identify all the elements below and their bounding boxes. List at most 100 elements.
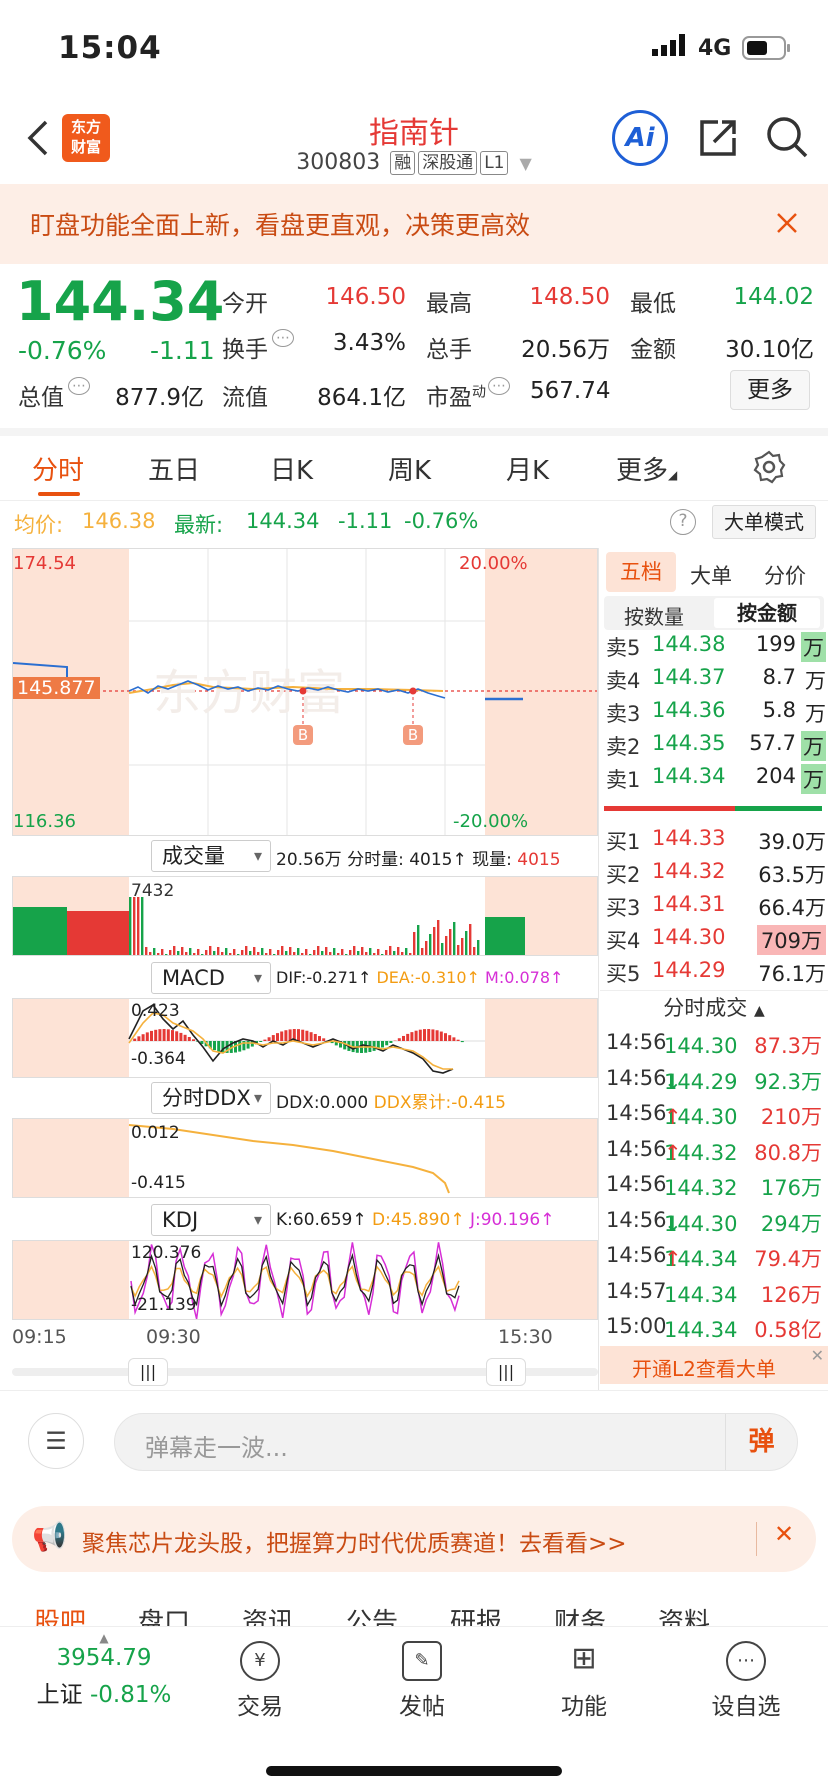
big-order-mode-button[interactable]: 大单模式 <box>712 505 816 539</box>
ask-row[interactable]: 卖4 144.37 8.7 万 <box>600 661 828 694</box>
volume-bar <box>453 922 456 955</box>
ob-tab-big[interactable]: 大单 <box>690 560 732 590</box>
comment-list-icon[interactable]: ☰ <box>28 1413 84 1469</box>
trades-title[interactable]: 分时成交 ▲ <box>600 990 828 1024</box>
ob-subtab-qty[interactable]: 按数量 <box>624 601 684 630</box>
volume-bar <box>133 897 136 955</box>
ob-subtab-amount[interactable]: 按金额 <box>714 598 820 628</box>
kdj-chart-svg <box>13 1241 597 1319</box>
macd-selector[interactable]: MACD <box>151 962 271 994</box>
search-icon[interactable] <box>764 114 810 164</box>
quote-panel: 144.34 -0.76% -1.11 今开 146.50 最高 148.50 … <box>0 264 828 428</box>
last-price: 144.34 <box>16 270 225 333</box>
tab-5day[interactable]: 五日 <box>148 450 200 487</box>
high-value: 148.50 <box>529 284 610 310</box>
tab-monthly-k[interactable]: 月K <box>506 450 549 487</box>
volume-bar <box>337 953 340 955</box>
bid-volume: 63.5万 <box>758 863 826 887</box>
danmaku-send-button[interactable]: 弹 <box>725 1414 797 1470</box>
bid-row[interactable]: 买1 144.33 39.0万 <box>600 822 828 855</box>
close-icon[interactable]: ✕ <box>811 1346 824 1365</box>
bid-row[interactable]: 买4 144.30 709万 <box>600 921 828 955</box>
volume-value: 20.56万 <box>521 337 610 363</box>
tab-daily-k[interactable]: 日K <box>270 450 313 487</box>
content-tab[interactable]: 财务 <box>554 1602 606 1626</box>
trade-row: 14:56 144.30 87.3万 <box>606 1030 822 1058</box>
range-handle-right[interactable]: ||| <box>486 1358 526 1386</box>
index-widget[interactable]: ▲ 3954.79 上证 -0.81% <box>24 1631 184 1709</box>
promo-banner[interactable]: 📢 聚焦芯片龙头股，把握算力时代优质赛道！去看看>> ✕ <box>12 1506 816 1572</box>
ask-row[interactable]: 卖2 144.35 57.7 万 <box>600 727 828 761</box>
tab-function[interactable]: ⊞ 功能 <box>524 1641 644 1721</box>
price-chart[interactable]: 东方财富 174.54 20.00% 116.36 -20.00% 145.87… <box>12 548 598 836</box>
tab-intraday[interactable]: 分时 <box>32 450 84 487</box>
more-button[interactable]: 更多 <box>730 370 810 410</box>
ask-row[interactable]: 卖1 144.34 204 万 <box>600 760 828 794</box>
tab-trade[interactable]: ¥ 交易 <box>200 1641 320 1721</box>
ddx-top: 0.012 <box>131 1123 180 1143</box>
volume-selector[interactable]: 成交量 <box>151 840 271 872</box>
volume-bar <box>165 954 168 955</box>
info-icon[interactable]: ⋯ <box>488 377 510 395</box>
content-tab[interactable]: 研报 <box>450 1602 502 1626</box>
volume-bar <box>241 950 244 955</box>
ai-button[interactable]: Ai <box>612 110 668 166</box>
buy-marker[interactable]: B <box>403 725 423 745</box>
volume-bar <box>173 946 176 955</box>
share-icon[interactable] <box>696 116 740 164</box>
bid-row[interactable]: 买5 144.29 76.1万 <box>600 954 828 987</box>
ob-tab-five[interactable]: 五档 <box>606 552 676 592</box>
buy-marker[interactable]: B <box>293 725 313 745</box>
content-tab[interactable]: 股吧 <box>34 1602 86 1626</box>
kdj-d: D:45.890 <box>372 1210 451 1230</box>
close-icon[interactable]: ✕ <box>774 1520 794 1548</box>
macd-bar <box>259 1041 263 1042</box>
ask-unit: 万 <box>801 632 826 662</box>
edit-icon: ✎ <box>402 1641 442 1681</box>
ask-row[interactable]: 卖5 144.38 199 万 <box>600 628 828 662</box>
volume-chart[interactable]: 7432 <box>12 876 598 956</box>
close-icon[interactable] <box>776 212 798 238</box>
danmaku-input[interactable]: 弹幕走一波... 弹 <box>114 1413 798 1471</box>
info-icon[interactable]: ⋯ <box>68 377 90 395</box>
stock-header: 东方 财富 指南针 300803 融深股通 L1 ▼ Ai <box>0 96 828 184</box>
volume-bar <box>305 949 308 955</box>
content-tab[interactable]: 公告 <box>346 1602 398 1626</box>
ob-tab-price[interactable]: 分价 <box>764 560 806 590</box>
promo-divider <box>756 1522 757 1556</box>
content-tab[interactable]: 盘口 <box>138 1602 190 1626</box>
tab-weekly-k[interactable]: 周K <box>388 450 431 487</box>
volume-bar <box>257 952 260 955</box>
info-icon[interactable]: ⋯ <box>272 329 294 347</box>
volume-bar <box>269 949 272 955</box>
content-tab[interactable]: 资料 <box>658 1602 710 1626</box>
volume-bar <box>153 948 156 955</box>
ask-row[interactable]: 卖3 144.36 5.8 万 <box>600 694 828 727</box>
macd-bar <box>276 1033 279 1041</box>
status-bar: 15:04 4G <box>0 0 828 96</box>
help-icon[interactable]: ? <box>670 509 696 535</box>
macd-chart[interactable]: 0.423 -0.364 <box>12 998 598 1078</box>
range-handle-left[interactable]: ||| <box>128 1358 168 1386</box>
volume-bar <box>357 951 360 955</box>
content-tabs: 股吧 盘口 资讯 公告 研报 财务 资料 <box>0 1596 828 1626</box>
bid-row[interactable]: 买3 144.31 66.4万 <box>600 888 828 921</box>
tab-more[interactable]: 更多◢ <box>616 450 677 487</box>
tab-add-watchlist[interactable]: ⋯ 设自选 <box>686 1641 806 1721</box>
content-tab[interactable]: 资讯 <box>242 1602 294 1626</box>
feature-banner[interactable]: 盯盘功能全面上新，看盘更直观，决策更高效 <box>0 184 828 264</box>
ddx-selector[interactable]: 分时DDX <box>151 1082 271 1114</box>
ddx-chart[interactable]: 0.012 -0.415 <box>12 1118 598 1198</box>
l2-banner[interactable]: 开通L2查看大单 ✕ <box>600 1346 828 1384</box>
tab-post[interactable]: ✎ 发帖 <box>362 1641 482 1721</box>
kdj-selector[interactable]: KDJ <box>151 1204 271 1236</box>
kdj-chart[interactable]: 120.376 -21.139 <box>12 1240 598 1320</box>
bid-row[interactable]: 买2 144.32 63.5万 <box>600 855 828 888</box>
volume-bar <box>445 936 448 955</box>
gear-icon[interactable] <box>752 450 786 488</box>
volume-bar <box>353 946 356 955</box>
app: { "status": {"time": "15:04", "network":… <box>0 0 828 1792</box>
macd-bar <box>410 1032 414 1041</box>
price-chart-svg: 东方财富 <box>13 549 597 835</box>
volume-bar <box>321 951 324 955</box>
